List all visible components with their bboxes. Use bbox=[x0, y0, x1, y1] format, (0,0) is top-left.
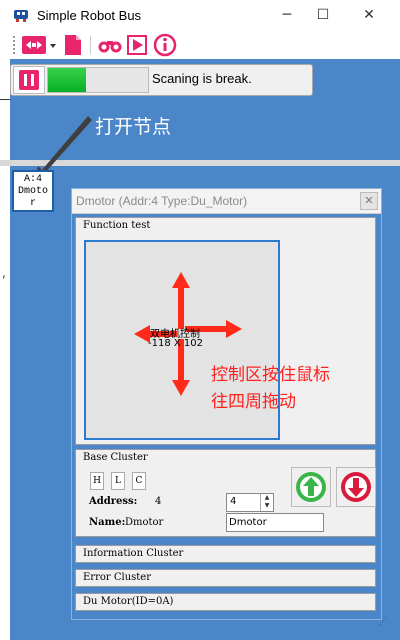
spin-arrows-icon[interactable]: ▲ ▼ bbox=[260, 494, 273, 511]
check-c[interactable]: C bbox=[132, 472, 146, 490]
annotation-control-hint-line2: 往四周拖动 bbox=[211, 392, 296, 412]
base-cluster-label: Base Cluster bbox=[83, 452, 148, 463]
node-label-line3: r bbox=[29, 198, 36, 209]
annotation-control-hint: 控制区按住鼠标 往四周拖动 bbox=[211, 362, 330, 416]
node-label-line1: A:4 bbox=[23, 174, 42, 185]
upload-button[interactable] bbox=[291, 467, 331, 507]
du-motor-header[interactable]: Du Motor(ID=0A) bbox=[75, 593, 376, 611]
close-button[interactable]: ✕ bbox=[346, 0, 392, 31]
toolbar bbox=[0, 31, 400, 59]
du-motor-label: Du Motor(ID=0A) bbox=[83, 596, 174, 607]
pause-icon bbox=[19, 70, 39, 90]
annotation-control-hint-line1: 控制区按住鼠标 bbox=[211, 365, 330, 385]
maximize-button[interactable]: ☐ bbox=[300, 0, 346, 31]
left-margin bbox=[0, 59, 10, 99]
connect-icon[interactable] bbox=[20, 33, 48, 57]
error-cluster-header[interactable]: Error Cluster bbox=[75, 569, 376, 587]
address-label: Address: bbox=[89, 496, 138, 507]
progress-fill bbox=[48, 68, 86, 92]
information-cluster-header[interactable]: Information Cluster bbox=[75, 545, 376, 563]
window-title: Simple Robot Bus bbox=[37, 8, 142, 23]
address-input[interactable]: 4 bbox=[230, 496, 236, 507]
name-value: Dmotor bbox=[125, 517, 164, 528]
download-arrow-icon bbox=[341, 472, 371, 502]
title-bar: Simple Robot Bus ─ ☐ ✕ bbox=[0, 0, 400, 31]
address-value: 4 bbox=[155, 496, 162, 507]
info-icon[interactable] bbox=[152, 33, 178, 57]
robot-app-icon bbox=[14, 10, 28, 22]
side-mark: , bbox=[2, 266, 6, 280]
panel-close-button[interactable]: ✕ bbox=[360, 192, 378, 210]
toolbar-grip[interactable] bbox=[13, 36, 18, 54]
binoculars-icon[interactable] bbox=[97, 33, 123, 57]
status-text: Scaning is break. bbox=[152, 71, 252, 86]
control-coordinates: -118 X 102 bbox=[148, 338, 203, 349]
new-document-icon[interactable] bbox=[62, 33, 84, 57]
node-button[interactable]: A:4 Dmoto r bbox=[12, 170, 54, 212]
pause-button[interactable] bbox=[13, 66, 45, 94]
left-divider bbox=[0, 99, 10, 100]
address-spinbox[interactable]: 4 ▲ ▼ bbox=[226, 493, 274, 512]
name-label: Name: bbox=[89, 517, 126, 528]
play-icon[interactable] bbox=[125, 33, 149, 57]
panel-title: Dmotor (Addr:4 Type:Du_Motor) bbox=[76, 194, 248, 208]
panel-title-bar[interactable]: Dmotor (Addr:4 Type:Du_Motor) ✕ bbox=[72, 189, 381, 214]
information-cluster-label: Information Cluster bbox=[83, 548, 184, 559]
name-input[interactable]: Dmotor bbox=[226, 513, 324, 532]
download-button[interactable] bbox=[336, 467, 376, 507]
resize-grip-icon[interactable]: ⋰ bbox=[378, 617, 387, 627]
node-label-line2: Dmoto bbox=[17, 186, 48, 197]
toolbar-separator bbox=[90, 36, 91, 54]
check-h[interactable]: H bbox=[90, 472, 104, 490]
upload-arrow-icon bbox=[296, 472, 326, 502]
function-test-label: Function test bbox=[83, 220, 151, 231]
dropdown-arrow-icon[interactable] bbox=[49, 33, 57, 57]
check-l[interactable]: L bbox=[111, 472, 125, 490]
annotation-open-node: 打开节点 bbox=[95, 116, 172, 138]
scan-progress-bar bbox=[47, 67, 149, 93]
error-cluster-label: Error Cluster bbox=[83, 572, 151, 583]
